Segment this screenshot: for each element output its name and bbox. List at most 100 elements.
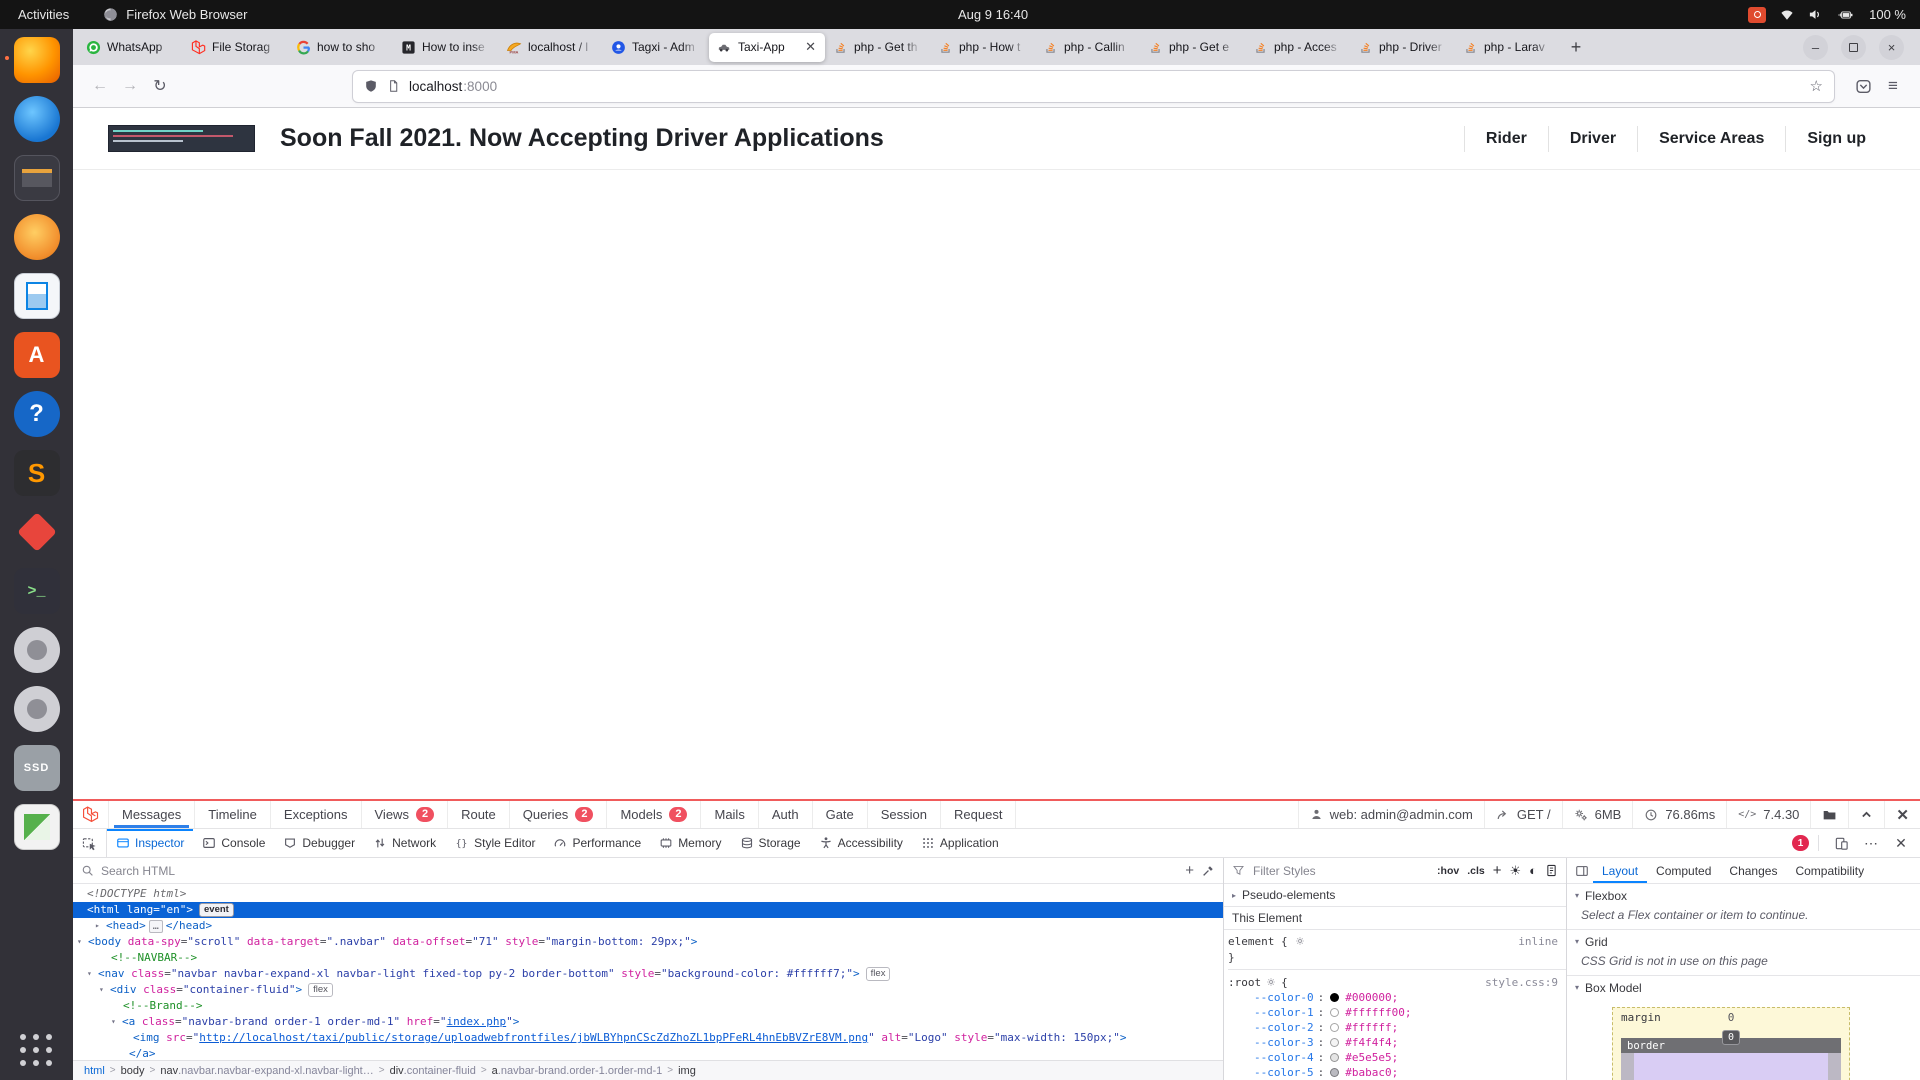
attribute-link[interactable]: http://localhost/taxi/public/storage/upl… — [199, 1031, 868, 1044]
dock-item-sublime-text[interactable]: S — [14, 450, 60, 496]
devtools-tab-performance[interactable]: Performance — [544, 829, 650, 857]
debugbar-memory[interactable]: 6MB — [1562, 801, 1633, 828]
twisty-icon[interactable]: ▾ — [77, 934, 88, 950]
debugbar-request[interactable]: GET / — [1484, 801, 1562, 828]
pick-element-button[interactable] — [73, 829, 107, 857]
laravel-icon[interactable] — [73, 801, 109, 828]
browser-tab-php-driver[interactable]: php - Driver — [1351, 29, 1455, 65]
sidebar-tab-layout[interactable]: Layout — [1593, 858, 1647, 883]
system-tray[interactable]: 100 % — [1748, 7, 1920, 23]
element-rule-open[interactable]: element { inline — [1228, 933, 1566, 949]
rule-source-link[interactable]: style.css:9 — [1485, 976, 1566, 989]
toggle-classes[interactable]: .cls — [1467, 865, 1485, 877]
dock-item-utility-2[interactable] — [14, 686, 60, 732]
site-link-rider[interactable]: Rider — [1464, 126, 1548, 152]
clock[interactable]: Aug 9 16:40 — [958, 7, 1028, 22]
bookmark-star-icon[interactable]: ☆ — [1810, 77, 1823, 95]
flex-badge[interactable]: flex — [308, 983, 333, 997]
markup-line[interactable]: ▸<head>…</head> — [73, 918, 1223, 934]
filter-styles-input[interactable] — [1253, 864, 1429, 878]
browser-tab-php-get-e[interactable]: php - Get e — [1141, 29, 1245, 65]
gear-icon[interactable] — [1294, 935, 1306, 947]
box-model-diagram[interactable]: margin 0 border 0 — [1567, 999, 1920, 1080]
page-info-icon[interactable] — [387, 79, 400, 93]
toggle-hover-pseudo[interactable]: :hov — [1437, 865, 1459, 877]
color-swatch-icon[interactable] — [1330, 1053, 1339, 1062]
breadcrumb-item-a[interactable]: a.navbar-brand.order-1.order-md-1 — [489, 1065, 666, 1077]
color-swatch-icon[interactable] — [1330, 993, 1339, 1002]
breadcrumb-item-nav[interactable]: nav.navbar.navbar-expand-xl.navbar-light… — [157, 1065, 376, 1077]
markup-line[interactable]: ▾<nav class="navbar navbar-expand-xl nav… — [73, 966, 1223, 982]
menu-hamburger-icon[interactable]: ≡ — [1878, 71, 1908, 101]
dock-item-rhythmbox[interactable] — [14, 214, 60, 260]
markup-line[interactable]: <!DOCTYPE html> — [73, 886, 1223, 902]
minimize-button[interactable]: – — [1803, 35, 1828, 60]
devtools-tab-application[interactable]: Application — [912, 829, 1008, 857]
browser-tab-taxi-app[interactable]: Taxi-App✕ — [709, 33, 825, 62]
reload-button[interactable]: ↻ — [145, 71, 175, 101]
back-button[interactable]: ← — [85, 71, 115, 101]
debugbar-time[interactable]: 76.86ms — [1632, 801, 1726, 828]
debugbar-tab-views[interactable]: Views2 — [362, 801, 449, 828]
css-property-color-2[interactable]: --color-2:#ffffff; — [1228, 1020, 1566, 1035]
dock-item-ubuntu-software[interactable]: A — [14, 332, 60, 378]
twisty-icon[interactable]: ▾ — [99, 982, 110, 998]
box-model-margin-value[interactable]: 0 — [1728, 1011, 1735, 1024]
css-property-color-3[interactable]: --color-3:#f4f4f4; — [1228, 1035, 1566, 1050]
browser-tab-file-storag[interactable]: File Storag — [184, 29, 288, 65]
responsive-design-mode-button[interactable] — [1828, 831, 1854, 855]
debugbar-tab-auth[interactable]: Auth — [759, 801, 813, 828]
flex-badge[interactable]: flex — [866, 967, 891, 981]
root-rule-open[interactable]: :root { style.css:9 — [1228, 974, 1566, 990]
twisty-icon[interactable]: ▸ — [95, 918, 106, 934]
css-property-color-1[interactable]: --color-1:#ffffff00; — [1228, 1005, 1566, 1020]
css-property-color-0[interactable]: --color-0:#000000; — [1228, 990, 1566, 1005]
dock-item-terminal[interactable]: >_ — [14, 568, 60, 614]
debugbar-tab-gate[interactable]: Gate — [813, 801, 868, 828]
site-link-sign-up[interactable]: Sign up — [1785, 126, 1887, 152]
devtools-tab-memory[interactable]: Memory — [650, 829, 730, 857]
debugbar-tab-timeline[interactable]: Timeline — [195, 801, 271, 828]
markup-line[interactable]: <html lang="en">event — [73, 902, 1223, 918]
rule-source[interactable]: inline — [1518, 935, 1566, 948]
error-count-badge[interactable]: 1 — [1792, 835, 1809, 851]
css-property-color-4[interactable]: --color-4:#e5e5e5; — [1228, 1050, 1566, 1065]
sidebar-toggle-icon[interactable] — [1571, 858, 1593, 883]
debugbar-php-version[interactable]: </>7.4.30 — [1726, 801, 1810, 828]
color-swatch-icon[interactable] — [1330, 1008, 1339, 1017]
browser-tab-how-to-inse[interactable]: MHow to inse — [394, 29, 498, 65]
pseudo-elements-section[interactable]: ▸ Pseudo-elements — [1224, 884, 1566, 907]
event-badge[interactable]: event — [199, 903, 234, 917]
tab-close-icon[interactable]: ✕ — [803, 39, 818, 55]
pocket-icon[interactable] — [1848, 71, 1878, 101]
show-applications-button[interactable] — [20, 1034, 54, 1068]
debugbar-close-button[interactable]: ✕ — [1884, 801, 1920, 828]
focused-app-name[interactable]: Firefox Web Browser — [103, 7, 247, 22]
window-close-button[interactable]: × — [1879, 35, 1904, 60]
debugbar-tab-queries[interactable]: Queries2 — [510, 801, 608, 828]
dock-item-ssd-drive[interactable]: SSD — [14, 745, 60, 791]
twisty-icon[interactable]: ▾ — [87, 966, 98, 982]
site-link-driver[interactable]: Driver — [1548, 126, 1637, 152]
debugbar-tab-request[interactable]: Request — [941, 801, 1016, 828]
browser-tab-localhost-l[interactable]: PMAlocalhost / l — [499, 29, 603, 65]
debugbar-expand-button[interactable] — [1848, 801, 1884, 828]
breadcrumb-item-body[interactable]: body — [118, 1065, 148, 1077]
search-html-input[interactable] — [101, 864, 1178, 878]
new-tab-button[interactable]: + — [1561, 32, 1591, 62]
debugbar-auth-status[interactable]: web: admin@admin.com — [1298, 801, 1484, 828]
devtools-tab-accessibility[interactable]: Accessibility — [810, 829, 912, 857]
add-node-plus-icon[interactable]: + — [1185, 863, 1194, 878]
markup-line[interactable]: <!--NAVBAR--> — [73, 950, 1223, 966]
site-logo[interactable] — [108, 125, 255, 152]
site-link-service-areas[interactable]: Service Areas — [1637, 126, 1785, 152]
dock-item-app-diamond[interactable] — [14, 509, 60, 555]
markup-line[interactable]: ▾<a class="navbar-brand order-1 order-md… — [73, 1014, 1223, 1030]
devtools-tab-debugger[interactable]: Debugger — [274, 829, 364, 857]
browser-tab-php-callin[interactable]: php - Callin — [1036, 29, 1140, 65]
markup-line[interactable]: <!--Brand--> — [73, 998, 1223, 1014]
box-model-section-header[interactable]: ▾Box Model — [1567, 976, 1920, 999]
dock-item-thunderbird[interactable] — [14, 96, 60, 142]
debugbar-tab-models[interactable]: Models2 — [607, 801, 701, 828]
eyedropper-icon[interactable] — [1201, 864, 1215, 878]
